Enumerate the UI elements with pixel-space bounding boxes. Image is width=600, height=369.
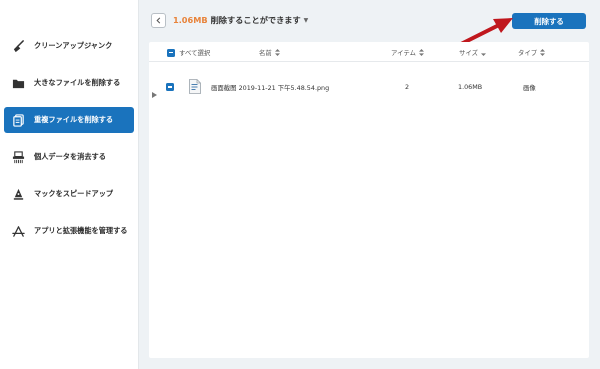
file-type: 画像 bbox=[523, 84, 536, 92]
column-header-type[interactable]: タイプ bbox=[518, 48, 546, 57]
column-header-name[interactable]: 名前 bbox=[259, 48, 280, 57]
sort-icon bbox=[540, 49, 546, 56]
sort-icon bbox=[274, 49, 280, 56]
sidebar-item-duplicate-files[interactable]: 重複ファイルを削除する bbox=[4, 107, 134, 133]
column-name-label: 名前 bbox=[259, 49, 272, 57]
duplicate-files-icon bbox=[11, 113, 25, 127]
sidebar-item-manage-apps[interactable]: アプリと拡張機能を管理する bbox=[4, 218, 134, 244]
apps-icon bbox=[11, 224, 25, 238]
select-all-checkbox[interactable] bbox=[167, 48, 175, 57]
shredder-icon bbox=[11, 150, 25, 164]
sidebar-item-label: 個人データを消去する bbox=[34, 152, 106, 161]
column-header-size[interactable]: サイズ bbox=[459, 48, 486, 57]
back-button[interactable] bbox=[151, 13, 166, 28]
column-items-label: アイテム bbox=[391, 49, 416, 57]
selection-summary: 1.06MB 削除することができます ▼ bbox=[173, 14, 308, 26]
table-header: すべて選択 名前 アイテム サイズ タイプ bbox=[149, 42, 589, 62]
column-size-label: サイズ bbox=[459, 49, 478, 57]
results-panel: すべて選択 名前 アイテム サイズ タイプ 画面截图 2019-11-21 下午… bbox=[149, 42, 589, 358]
folder-icon bbox=[11, 76, 25, 90]
column-type-label: タイプ bbox=[518, 49, 538, 57]
sidebar-item-label: 重複ファイルを削除する bbox=[34, 115, 114, 124]
image-file-icon bbox=[189, 79, 201, 94]
sidebar-item-label: アプリと拡張機能を管理する bbox=[34, 226, 128, 235]
item-count: 2 bbox=[405, 83, 410, 91]
sidebar-item-label: 大きなファイルを削除する bbox=[34, 78, 121, 87]
sidebar-item-label: マックをスピードアップ bbox=[34, 189, 114, 198]
file-name: 画面截图 2019-11-21 下午5.48.54.png bbox=[211, 84, 330, 92]
sidebar-item-erase-personal-data[interactable]: 個人データを消去する bbox=[4, 144, 134, 170]
sidebar-item-label: クリーンアップジャンク bbox=[34, 41, 113, 50]
table-row[interactable]: 画面截图 2019-11-21 下午5.48.54.png 2 1.06MB 画… bbox=[149, 76, 589, 98]
sort-icon bbox=[418, 49, 424, 56]
delete-button[interactable]: 削除する bbox=[512, 13, 586, 29]
caret-down-icon[interactable]: ▼ bbox=[304, 17, 309, 24]
sidebar: クリーンアップジャンク 大きなファイルを削除する 重複ファイルを削除する 個人デ… bbox=[0, 0, 139, 369]
select-all[interactable]: すべて選択 bbox=[167, 48, 210, 57]
file-size: 1.06MB bbox=[458, 83, 483, 91]
sort-icon bbox=[480, 49, 486, 56]
selected-size: 1.06MB bbox=[173, 15, 208, 25]
sidebar-item-large-files[interactable]: 大きなファイルを削除する bbox=[4, 70, 134, 96]
sidebar-item-speed-up-mac[interactable]: マックをスピードアップ bbox=[4, 181, 134, 207]
row-checkbox[interactable] bbox=[166, 83, 174, 91]
broom-icon bbox=[11, 39, 25, 53]
sidebar-item-clean-junk[interactable]: クリーンアップジャンク bbox=[4, 33, 134, 59]
summary-text: 削除することができます bbox=[210, 15, 301, 25]
column-header-items[interactable]: アイテム bbox=[391, 48, 424, 57]
rocket-icon bbox=[11, 187, 25, 201]
select-all-label: すべて選択 bbox=[179, 49, 211, 57]
chevron-left-icon bbox=[156, 17, 161, 24]
expand-arrow-icon[interactable] bbox=[152, 83, 158, 98]
